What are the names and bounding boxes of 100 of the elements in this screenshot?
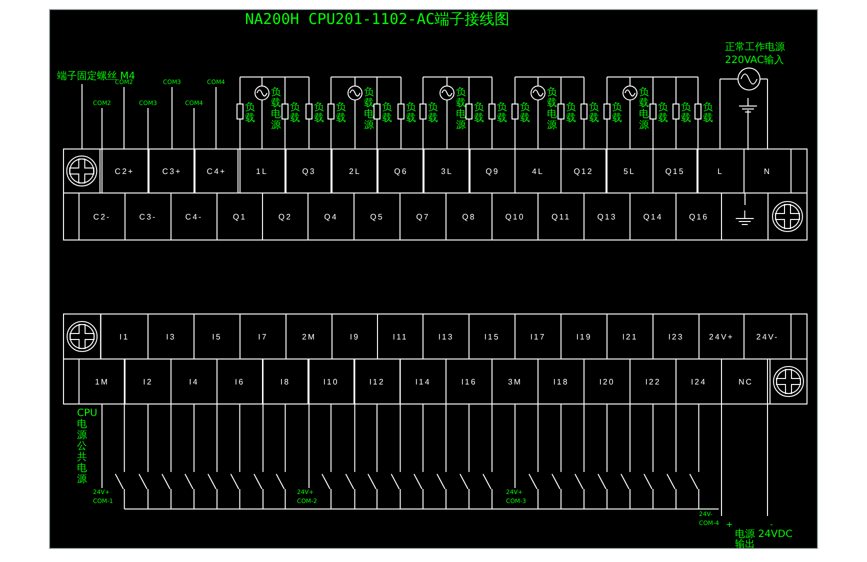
resistor-icon bbox=[604, 104, 610, 120]
blank-terminal-cell bbox=[790, 314, 808, 360]
wire-line bbox=[400, 118, 402, 150]
switch-icon bbox=[230, 474, 240, 490]
load-label: 负载 bbox=[520, 102, 530, 124]
terminal-label: C2- bbox=[93, 212, 111, 222]
terminal-label: I10 bbox=[323, 378, 339, 386]
terminal-label: L bbox=[718, 167, 724, 176]
screw-icon bbox=[772, 201, 803, 232]
supply-label: 负载电源 bbox=[271, 87, 281, 131]
resistor-icon bbox=[328, 104, 334, 120]
switch-icon bbox=[552, 474, 560, 490]
terminal-label: I21 bbox=[622, 332, 638, 342]
resistor-icon bbox=[580, 104, 588, 120]
wire-line bbox=[354, 100, 356, 150]
switch-icon bbox=[276, 474, 285, 490]
switch-icon bbox=[390, 474, 400, 490]
terminal-label: I24 bbox=[690, 378, 707, 386]
terminal-label: 4L bbox=[532, 167, 544, 176]
terminal-label: I9 bbox=[350, 332, 360, 342]
resistor-icon bbox=[672, 104, 680, 120]
switch-icon bbox=[528, 474, 538, 490]
switch-icon bbox=[184, 474, 194, 490]
terminal-label: Q6 bbox=[394, 167, 408, 176]
terminal-label: I17 bbox=[530, 332, 546, 342]
wire-line bbox=[308, 118, 310, 150]
switch-icon bbox=[345, 474, 354, 490]
supply-label: 负载电源 bbox=[364, 87, 374, 131]
supply-label: 负载电源 bbox=[547, 87, 557, 131]
switch-icon bbox=[620, 474, 630, 490]
switch-icon bbox=[114, 474, 124, 490]
load-label: 负载 bbox=[245, 102, 255, 124]
resistor-icon bbox=[282, 104, 288, 120]
load-label: 负载 bbox=[474, 102, 484, 124]
resistor-icon bbox=[558, 104, 564, 120]
load-label: 负载 bbox=[681, 102, 691, 124]
terminal-label: 24V- bbox=[756, 332, 779, 342]
drawing-title: NA200H CPU201-1102-AC端子接线图 bbox=[245, 10, 510, 28]
terminal-cell bbox=[63, 148, 100, 194]
wire-line bbox=[422, 404, 424, 472]
terminal-label: C2+ bbox=[114, 167, 134, 176]
terminal-label: I19 bbox=[576, 332, 592, 342]
terminal-label: Q9 bbox=[486, 167, 500, 176]
terminal-label: 5L bbox=[624, 167, 636, 176]
terminal-label: I13 bbox=[438, 332, 454, 342]
terminal-cell bbox=[768, 192, 808, 240]
screw-icon bbox=[66, 156, 98, 186]
terminal-label: Q5 bbox=[370, 212, 384, 222]
terminal-label: Q14 bbox=[643, 212, 663, 222]
ac-source-icon bbox=[738, 68, 760, 90]
switch-icon bbox=[666, 474, 676, 490]
wire-line bbox=[468, 404, 470, 472]
switch-icon bbox=[138, 474, 148, 490]
switch-icon bbox=[460, 474, 468, 490]
terminal-label: I2 bbox=[143, 378, 153, 386]
screw-icon bbox=[773, 366, 804, 397]
switch-icon bbox=[322, 474, 330, 490]
load-label: 负载 bbox=[406, 102, 416, 124]
terminal-label: I15 bbox=[484, 332, 500, 342]
terminal-cell bbox=[63, 314, 102, 360]
terminal-cell bbox=[770, 358, 808, 404]
wire-line bbox=[330, 404, 332, 472]
ac-source-icon bbox=[254, 86, 270, 100]
terminal-label: I8 bbox=[280, 378, 290, 386]
wire-line bbox=[239, 404, 240, 472]
terminal-label: Q3 bbox=[302, 167, 316, 176]
terminal-label: Q2 bbox=[278, 212, 292, 222]
load-label: 负载 bbox=[566, 102, 576, 124]
screw-icon bbox=[66, 321, 98, 352]
switch-icon bbox=[436, 474, 446, 490]
terminal-label: Q15 bbox=[665, 167, 685, 176]
terminal-label: I23 bbox=[668, 332, 684, 342]
terminal-label: Q11 bbox=[551, 212, 571, 222]
terminal-label: I22 bbox=[645, 378, 661, 386]
terminal-label: Q16 bbox=[688, 212, 709, 222]
terminal-label: I11 bbox=[392, 332, 408, 342]
switch-icon bbox=[644, 474, 652, 490]
wire-line bbox=[652, 404, 654, 472]
switch-icon bbox=[208, 474, 216, 490]
terminal-label: I18 bbox=[553, 378, 569, 386]
terminal-label: 1L bbox=[256, 167, 268, 176]
ac-source-icon bbox=[530, 86, 546, 100]
terminal-label: C4- bbox=[185, 212, 203, 222]
switch-icon bbox=[368, 474, 376, 490]
load-label: 负载 bbox=[589, 102, 599, 124]
wire-line bbox=[606, 404, 608, 472]
load-label: 负载 bbox=[497, 102, 507, 124]
output-note: 电源 24VDC bbox=[735, 529, 792, 540]
terminal-label: Q13 bbox=[597, 212, 617, 222]
terminal-label: I14 bbox=[415, 378, 431, 386]
blank-terminal-cell bbox=[790, 148, 808, 194]
resistor-icon bbox=[306, 104, 312, 120]
terminal-label: I7 bbox=[258, 332, 268, 342]
terminal-label: Q7 bbox=[416, 212, 430, 222]
switch-icon bbox=[689, 474, 698, 490]
terminal-label: N bbox=[764, 167, 772, 176]
resistor-icon bbox=[488, 104, 496, 120]
terminal-label: 2L bbox=[349, 167, 361, 176]
terminal-label: 2M bbox=[302, 332, 316, 342]
supply-label: 负载电源 bbox=[639, 87, 649, 131]
